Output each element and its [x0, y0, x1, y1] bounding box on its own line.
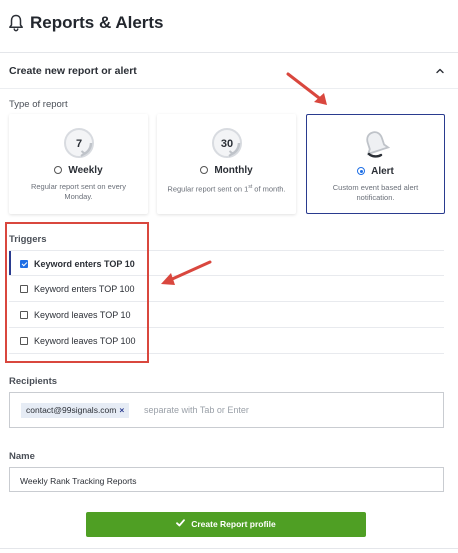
monthly-radio[interactable] — [200, 166, 209, 174]
annotation-arrow-icon — [286, 72, 327, 105]
monthly-badge: 30 — [220, 138, 232, 150]
chevron-up-icon[interactable] — [434, 65, 446, 77]
trigger-checkbox[interactable] — [20, 337, 28, 345]
section-toggle[interactable]: Create new report or alert — [0, 53, 458, 89]
section-title: Create new report or alert — [9, 65, 137, 77]
monthly-label: Monthly — [214, 165, 253, 176]
trigger-label: Keyword enters TOP 10 — [34, 259, 135, 269]
triggers-label: Triggers — [9, 234, 47, 245]
recipients-placeholder: separate with Tab or Enter — [144, 405, 249, 415]
triggers-list: Keyword enters TOP 10 Keyword enters TOP… — [9, 250, 444, 354]
trigger-checkbox[interactable] — [20, 260, 28, 268]
trigger-checkbox[interactable] — [20, 285, 28, 293]
alert-radio[interactable] — [357, 167, 366, 175]
trigger-label: Keyword enters TOP 100 — [34, 284, 135, 294]
recipient-chip[interactable]: contact@99signals.com × — [21, 403, 130, 418]
recipients-input[interactable]: contact@99signals.com × separate with Tab… — [9, 392, 444, 428]
page-title: Reports & Alerts — [30, 13, 164, 32]
weekly-badge: 7 — [75, 138, 81, 150]
trigger-label: Keyword leaves TOP 10 — [34, 310, 131, 320]
calendar-cycle-icon: 7 — [63, 128, 94, 158]
weekly-description: Regular report sent on every Monday. — [30, 182, 127, 201]
weekly-label: Weekly — [68, 165, 103, 176]
trigger-item[interactable]: Keyword leaves TOP 100 — [9, 328, 444, 354]
alert-label: Alert — [371, 166, 394, 177]
check-icon — [176, 519, 186, 527]
calendar-cycle-icon: 30 — [211, 128, 242, 158]
report-type-alert-card[interactable]: Alert Custom event based alert notificat… — [306, 114, 445, 214]
report-type-weekly-card[interactable]: 7 Weekly Regular report sent on every Mo… — [9, 114, 148, 214]
create-report-label: Create Report profile — [191, 519, 276, 529]
trigger-item[interactable]: Keyword leaves TOP 10 — [9, 302, 444, 328]
remove-chip-icon[interactable]: × — [119, 405, 124, 415]
weekly-radio[interactable] — [54, 166, 63, 174]
alert-description: Custom event based alert notification. — [332, 183, 419, 202]
name-input[interactable]: Weekly Rank Tracking Reports — [9, 467, 444, 492]
type-of-report-label: Type of report — [9, 99, 68, 110]
report-type-monthly-card[interactable]: 30 Monthly Regular report sent on 1st of… — [157, 114, 296, 214]
name-label: Name — [9, 451, 35, 462]
trigger-item[interactable]: Keyword enters TOP 10 — [9, 250, 444, 276]
trigger-checkbox[interactable] — [20, 311, 28, 319]
annotation-arrow-icon — [161, 260, 212, 285]
trigger-label: Keyword leaves TOP 100 — [34, 336, 136, 346]
divider — [0, 548, 458, 549]
create-report-button[interactable]: Create Report profile — [86, 512, 366, 537]
recipients-label: Recipients — [9, 376, 58, 387]
monthly-description: Regular report sent on 1st of month. — [167, 184, 286, 194]
alert-bell-icon — [365, 131, 390, 158]
name-value: Weekly Rank Tracking Reports — [20, 476, 137, 486]
bell-icon — [9, 14, 23, 32]
divider — [0, 88, 458, 89]
page-header: Reports & Alerts — [0, 0, 458, 50]
trigger-item[interactable]: Keyword enters TOP 100 — [9, 276, 444, 302]
